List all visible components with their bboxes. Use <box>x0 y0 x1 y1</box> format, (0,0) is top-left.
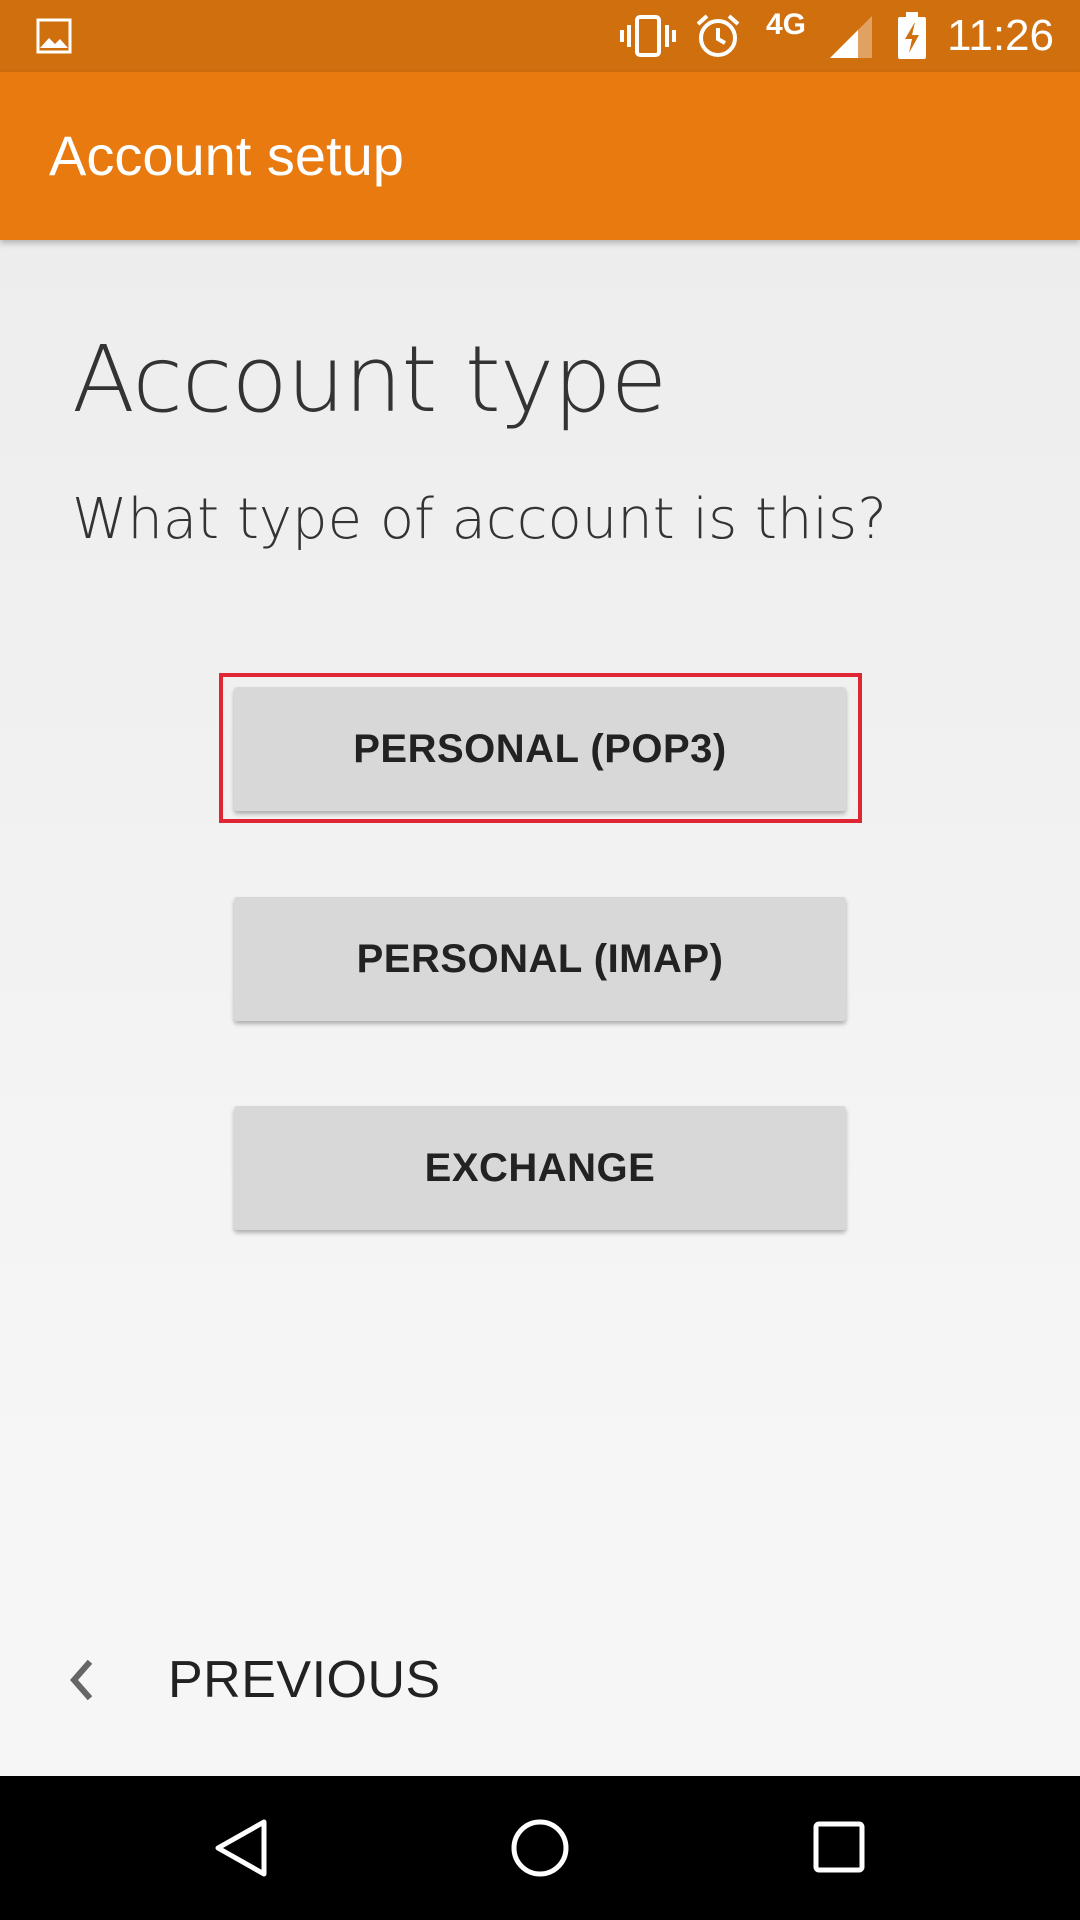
alarm-icon <box>694 12 742 65</box>
exchange-button[interactable]: EXCHANGE <box>234 1106 846 1230</box>
footer: PREVIOUS <box>0 1582 1080 1776</box>
battery-charging-icon <box>896 12 928 65</box>
signal-icon <box>828 14 874 65</box>
page-title: Account type <box>72 326 667 433</box>
app-bar: Account setup <box>0 72 1080 240</box>
network-type-label: 4G <box>766 8 807 41</box>
home-icon[interactable] <box>508 1816 572 1885</box>
previous-label: PREVIOUS <box>168 1651 441 1709</box>
previous-button[interactable]: PREVIOUS <box>60 1630 460 1730</box>
account-type-question: What type of account is this? <box>72 487 887 552</box>
gallery-icon <box>36 18 72 59</box>
app-bar-title: Account setup <box>49 124 404 187</box>
chevron-left-icon <box>60 1650 100 1710</box>
clock-time: 11:26 <box>947 11 1054 60</box>
status-bar: 4G 11:26 <box>0 0 1080 72</box>
personal-imap-button[interactable]: PERSONAL (IMAP) <box>234 897 846 1021</box>
system-nav-bar <box>0 1776 1080 1920</box>
vibrate-icon <box>620 14 676 63</box>
account-type-screen: Account type What type of account is thi… <box>0 240 1080 1582</box>
personal-pop3-button[interactable]: PERSONAL (POP3) <box>234 687 846 811</box>
back-icon[interactable] <box>210 1816 274 1885</box>
recents-icon[interactable] <box>812 1820 868 1881</box>
